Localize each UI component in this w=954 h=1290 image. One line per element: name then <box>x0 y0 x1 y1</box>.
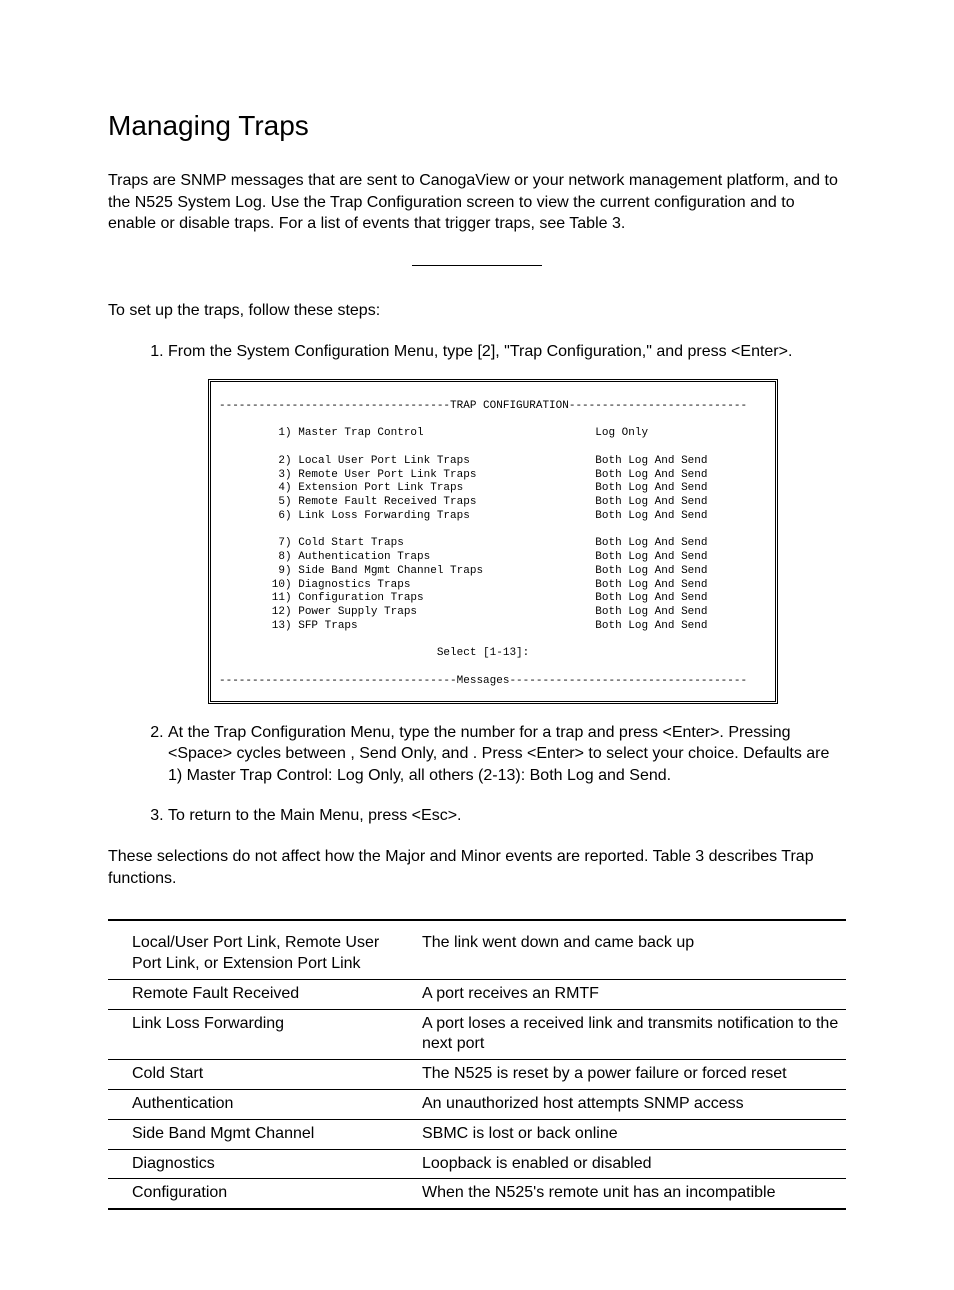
trap-cell: Side Band Mgmt Channel <box>108 1119 398 1149</box>
setup-intro: To set up the traps, follow these steps: <box>108 300 846 322</box>
step-3: To return to the Main Menu, press <Esc>. <box>168 805 846 827</box>
table-row: Configuration When the N525's remote uni… <box>108 1179 846 1209</box>
table-row: Remote Fault Received A port receives an… <box>108 979 846 1009</box>
step-1-text-b: ], "Trap Configuration," and press <Ente… <box>491 343 793 360</box>
table-row: Link Loss Forwarding A port loses a rece… <box>108 1009 846 1060</box>
trap-cell: Cold Start <box>108 1060 398 1090</box>
post-table-intro: These selections do not affect how the M… <box>108 846 846 889</box>
intro-paragraph: Traps are SNMP messages that are sent to… <box>108 170 846 235</box>
desc-cell: An unauthorized host attempts SNMP acces… <box>398 1090 846 1120</box>
table-row: Cold Start The N525 is reset by a power … <box>108 1060 846 1090</box>
desc-cell: SBMC is lost or back online <box>398 1119 846 1149</box>
desc-cell: The N525 is reset by a power failure or … <box>398 1060 846 1090</box>
trap-cell: Local/User Port Link, Remote User Port L… <box>108 929 398 979</box>
step-1: From the System Configuration Menu, type… <box>168 341 846 703</box>
table-row: Diagnostics Loopback is enabled or disab… <box>108 1149 846 1179</box>
desc-cell: The link went down and came back up <box>398 929 846 979</box>
desc-cell: Loopback is enabled or disabled <box>398 1149 846 1179</box>
table-row: Side Band Mgmt Channel SBMC is lost or b… <box>108 1119 846 1149</box>
trap-cell: Link Loss Forwarding <box>108 1009 398 1060</box>
trap-cell: Authentication <box>108 1090 398 1120</box>
table-row: Local/User Port Link, Remote User Port L… <box>108 929 846 979</box>
desc-cell: A port loses a received link and transmi… <box>398 1009 846 1060</box>
desc-cell: When the N525's remote unit has an incom… <box>398 1179 846 1209</box>
trap-cell: Remote Fault Received <box>108 979 398 1009</box>
divider-short <box>412 265 542 266</box>
trap-cell: Configuration <box>108 1179 398 1209</box>
trap-table: Local/User Port Link, Remote User Port L… <box>108 929 846 1210</box>
table-row: Authentication An unauthorized host atte… <box>108 1090 846 1120</box>
step-1-text-a: From the System Configuration Menu, type… <box>168 343 482 360</box>
terminal-screen: -----------------------------------TRAP … <box>208 379 778 704</box>
terminal-content: -----------------------------------TRAP … <box>219 400 767 689</box>
page-title: Managing Traps <box>108 110 846 142</box>
step-1-key: 2 <box>482 343 491 360</box>
desc-cell: A port receives an RMTF <box>398 979 846 1009</box>
divider-full <box>108 919 846 921</box>
trap-cell: Diagnostics <box>108 1149 398 1179</box>
step-2: At the Trap Configuration Menu, type the… <box>168 722 846 787</box>
